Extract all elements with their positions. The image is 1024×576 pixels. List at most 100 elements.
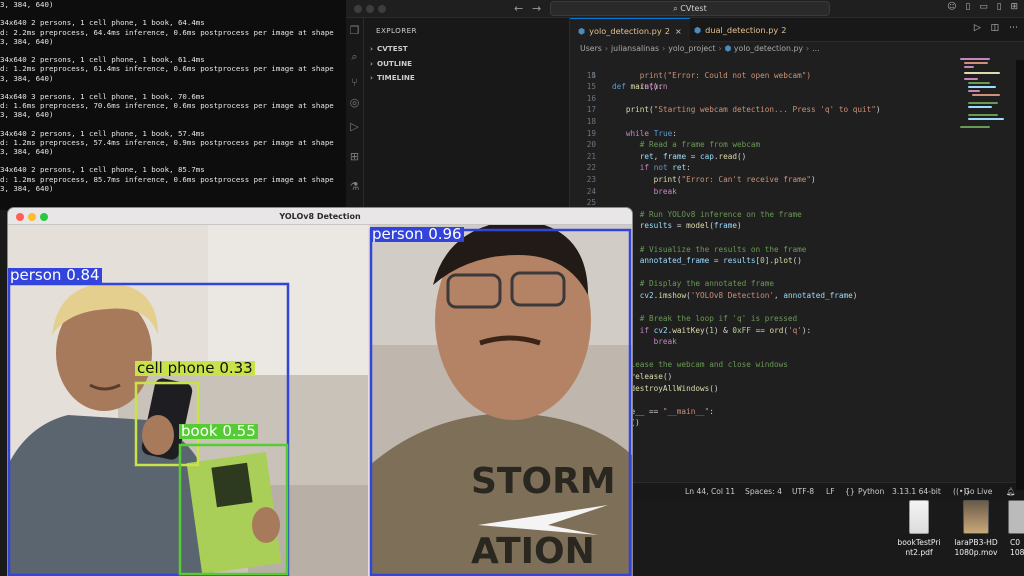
python-interpreter[interactable]: 3.13.1 64-bit xyxy=(892,483,941,500)
yolo-detection-window: YOLOv8 Detection STORM ATION person 0.84… xyxy=(8,208,632,576)
desktop-file-c0[interactable]: C0 108 xyxy=(994,500,1024,558)
section-label: CVTEST xyxy=(376,44,408,53)
tab-dual-detection[interactable]: ⬢ dual_detection.py 2 xyxy=(686,18,794,42)
code-token: ret xyxy=(639,151,654,161)
code-token: # Read a frame from webcam xyxy=(639,140,761,150)
file-icon xyxy=(1008,500,1024,534)
code-token: # Break the loop if 'q' is pressed xyxy=(639,314,798,324)
line-number: 25 xyxy=(586,198,596,208)
detection-class: cell phone xyxy=(137,359,215,377)
git-graph-icon[interactable]: ◎ xyxy=(348,96,361,109)
tab-problem-count: 2 xyxy=(781,25,787,35)
back-arrow-icon[interactable]: ← xyxy=(514,2,523,15)
code-line: 41cv2.destroyAllWindows() xyxy=(570,383,1024,395)
encoding[interactable]: UTF-8 xyxy=(792,483,814,500)
yolo-window-titlebar[interactable]: YOLOv8 Detection xyxy=(8,208,632,225)
customize-layout-icon[interactable]: ⊞ xyxy=(1010,2,1018,12)
code-line: 34 xyxy=(570,301,1024,313)
terminal-line: 3, 384, 640) xyxy=(0,0,54,9)
terminal-line: 34x640 2 persons, 1 cell phone, 1 book, … xyxy=(0,55,205,65)
line-number: 21 xyxy=(586,151,596,161)
code-token: # Display the annotated frame xyxy=(639,279,775,289)
search-icon[interactable]: ⌕ xyxy=(348,50,361,63)
close-icon[interactable]: × xyxy=(675,26,682,36)
terminal-line: 34x640 2 persons, 1 cell phone, 1 book, … xyxy=(0,18,205,28)
run-debug-icon[interactable]: ▷ xyxy=(348,120,361,133)
go-live-button[interactable]: Go Live xyxy=(964,483,992,500)
breadcrumb-item[interactable]: ... xyxy=(812,44,819,53)
accounts-icon[interactable]: ☺ xyxy=(947,2,956,12)
minimap[interactable] xyxy=(960,58,1010,128)
code-line: 43_name__ == "__main__": xyxy=(570,406,1024,418)
toggle-secondary-sidebar-icon[interactable]: ▯ xyxy=(997,2,1002,12)
cursor-position[interactable]: Ln 44, Col 11 xyxy=(685,483,735,500)
code-token: () xyxy=(662,372,673,382)
breadcrumb-item[interactable]: Users xyxy=(580,44,602,53)
code-token: results xyxy=(639,221,673,231)
editor-area: ⬢ yolo_detection.py 2 × ⬢ dual_detection.py 2… xyxy=(570,18,1024,482)
file-name-line: C0 xyxy=(1010,538,1021,547)
more-actions-icon[interactable]: ⋯ xyxy=(1009,23,1018,33)
terminal-line: 3, 384, 640) xyxy=(0,110,54,120)
source-control-icon[interactable]: ⑂ xyxy=(348,76,361,89)
breadcrumb-item[interactable]: juliansalinas xyxy=(611,44,659,53)
terminal-line: d: 2.2ms preprocess, 64.4ms inference, 0… xyxy=(0,27,334,37)
window-zoom-dot[interactable] xyxy=(378,5,386,13)
tab-yolo-detection[interactable]: ⬢ yolo_detection.py 2 × xyxy=(570,18,690,42)
code-token: "__main__" xyxy=(662,406,710,416)
breadcrumb-item[interactable]: yolo_project xyxy=(668,44,715,53)
window-minimize-dot[interactable] xyxy=(366,5,374,13)
extensions-icon[interactable]: ⊞ xyxy=(348,150,361,163)
run-icon[interactable]: ▷ xyxy=(974,23,981,33)
language-mode[interactable]: Python xyxy=(858,483,884,500)
movie-file-icon xyxy=(963,500,989,534)
window-close-button[interactable] xyxy=(16,213,24,221)
split-editor-icon[interactable]: ◫ xyxy=(991,23,1000,33)
section-cvtest[interactable]: › CVTEST xyxy=(370,44,408,53)
code-line: 36 if cv2.waitKey(1) & 0xFF == ord('q'): xyxy=(570,325,1024,337)
line-number: 20 xyxy=(586,140,596,150)
breadcrumb-item[interactable]: yolo_detection.py xyxy=(734,44,803,53)
toggle-sidebar-icon[interactable]: ▯ xyxy=(965,2,970,12)
section-outline[interactable]: › OUTLINE xyxy=(370,59,412,68)
terminal-output[interactable]: 3, 384, 640) 34x640 2 persons, 1 cell pho… xyxy=(0,0,346,210)
notifications-icon[interactable]: 🔔︎ xyxy=(1006,483,1016,500)
terminal-line: d: 1.2ms preprocess, 61.4ms inference, 0… xyxy=(0,64,334,74)
end-of-line[interactable]: LF xyxy=(826,483,835,500)
title-actions: ☺ ▯ ▭ ▯ ⊞ xyxy=(941,2,1018,12)
window-zoom-button[interactable] xyxy=(40,213,48,221)
terminal-line: 3, 384, 640) xyxy=(0,36,54,46)
command-center-search[interactable]: ⌕ CVtest xyxy=(550,1,830,16)
line-number: 17 xyxy=(586,105,596,115)
window-close-dot[interactable] xyxy=(354,5,362,13)
window-minimize-button[interactable] xyxy=(28,213,36,221)
explorer-icon[interactable]: ❐ xyxy=(348,24,361,37)
terminal-line: 34x640 3 persons, 1 cell phone, 1 book, … xyxy=(0,91,205,101)
code-line: 18 xyxy=(570,116,1024,128)
testing-icon[interactable]: ⚗ xyxy=(348,180,361,193)
braces-icon: {} xyxy=(845,487,855,496)
indentation[interactable]: Spaces: 4 xyxy=(745,483,782,500)
code-token: ) xyxy=(875,105,881,115)
section-timeline[interactable]: › TIMELINE xyxy=(370,73,415,82)
code-token: if xyxy=(639,325,650,335)
detection-class: person xyxy=(10,266,62,284)
code-token: model xyxy=(686,221,710,231)
code-line: 5 def main(): xyxy=(570,58,1024,91)
code-token: ): xyxy=(801,325,812,335)
code-editor[interactable]: 5 def main(): 14 print("Error: Could not… xyxy=(570,58,1024,482)
line-number: 14 xyxy=(586,70,596,80)
tab-label: dual_detection.py xyxy=(705,25,779,35)
forward-arrow-icon[interactable]: → xyxy=(532,2,541,15)
code-token: frame xyxy=(713,221,738,231)
code-token: # Visualize the results on the frame xyxy=(639,244,807,254)
code-token: : xyxy=(709,406,714,416)
python-file-icon: ⬢ xyxy=(694,25,702,35)
code-token: destroyAllWindows xyxy=(630,383,710,393)
code-token: ord xyxy=(769,325,784,335)
desktop-file-booktestprint2[interactable]: bookTestPri nt2.pdf xyxy=(887,500,951,558)
explorer-heading: EXPLORER xyxy=(376,26,417,35)
toggle-panel-icon[interactable]: ▭ xyxy=(979,2,988,12)
